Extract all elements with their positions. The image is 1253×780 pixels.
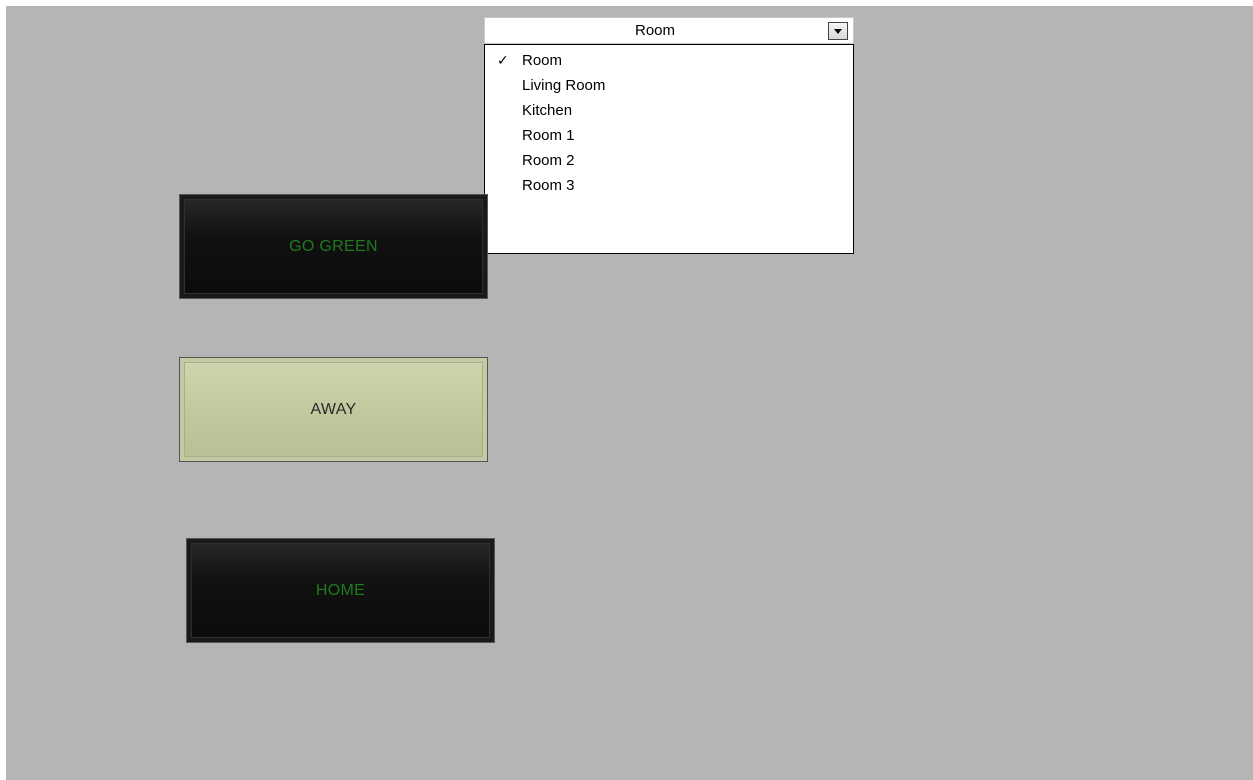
menu-item-label: Room 1 bbox=[522, 127, 575, 144]
menu-item-room-3[interactable]: Room 3 bbox=[485, 173, 853, 198]
menu-item-label: Kitchen bbox=[522, 102, 573, 119]
home-button-label: HOME bbox=[315, 581, 366, 599]
menu-item-label: Room 3 bbox=[522, 177, 575, 194]
room-selector-value: Room bbox=[634, 22, 675, 39]
menu-item-room[interactable]: ✓ Room bbox=[485, 48, 853, 73]
menu-item-label: Room bbox=[522, 52, 563, 69]
room-selector-menu: ✓ Room Living Room Kitchen Room 1 Room 2… bbox=[484, 44, 854, 254]
away-button-label: AWAY bbox=[310, 400, 357, 418]
go-green-button-label: GO GREEN bbox=[289, 237, 378, 255]
menu-item-label: Room 2 bbox=[522, 152, 575, 169]
room-selector-ring[interactable]: Room bbox=[484, 17, 854, 44]
away-button[interactable]: AWAY bbox=[179, 357, 488, 462]
checkmark-icon: ✓ bbox=[497, 52, 509, 68]
menu-item-label: Living Room bbox=[522, 77, 606, 94]
go-green-button[interactable]: GO GREEN bbox=[179, 194, 488, 299]
menu-item-kitchen[interactable]: Kitchen bbox=[485, 98, 853, 123]
menu-item-room-1[interactable]: Room 1 bbox=[485, 123, 853, 148]
home-button[interactable]: HOME bbox=[186, 538, 495, 643]
menu-item-living-room[interactable]: Living Room bbox=[485, 73, 853, 98]
chevron-down-icon[interactable] bbox=[828, 22, 848, 40]
menu-item-room-2[interactable]: Room 2 bbox=[485, 148, 853, 173]
